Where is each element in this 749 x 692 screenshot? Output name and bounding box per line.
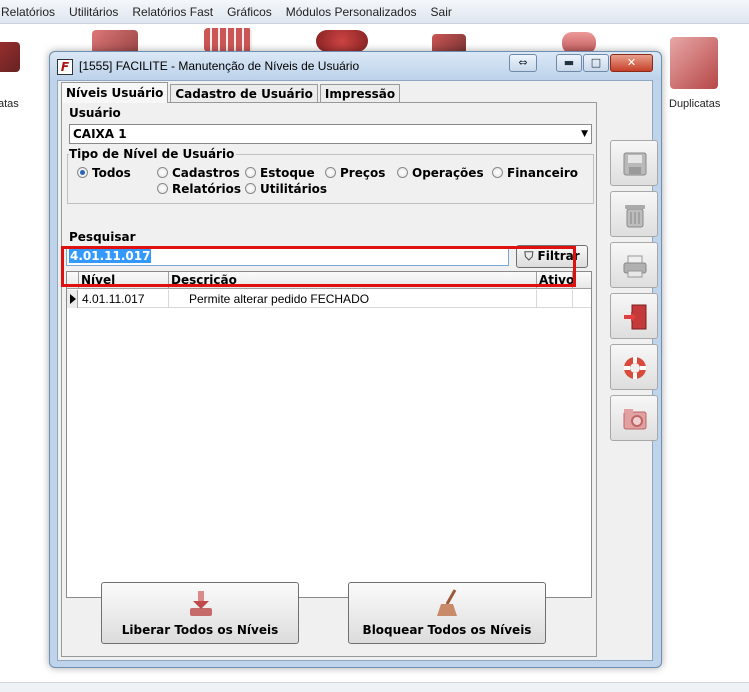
delete-button[interactable] [610,191,658,237]
tab-impressao[interactable]: Impressão [319,84,401,103]
radio-icon [157,167,168,178]
help-button[interactable] [610,344,658,390]
cell-ativo[interactable] [537,290,573,308]
window-client: Níveis Usuário Cadastro de Usuário Impre… [57,80,658,661]
radio-selected-icon [77,167,88,178]
save-icon [623,152,647,176]
user-select-value: CAIXA 1 [73,127,127,141]
radio-operacoes[interactable]: Operações [397,166,484,180]
tab-niveis-usuario[interactable]: Níveis Usuário [61,82,169,103]
lifebuoy-icon [624,357,646,379]
row-pointer-icon [70,294,76,304]
release-all-levels-button[interactable]: Liberar Todos os Níveis [101,582,299,644]
duplicatas-label[interactable]: Duplicatas [669,98,720,110]
release-all-levels-label: Liberar Todos os Níveis [121,623,279,637]
tab-strip: Níveis Usuário Cadastro de Usuário Impre… [61,82,402,104]
radio-utilitarios[interactable]: Utilitários [245,182,327,196]
levels-grid: Nível Descrição Ativo 4.01.11.017 Permit… [66,271,592,598]
menu-relatorios-fast[interactable]: Relatórios Fast [125,5,220,19]
current-row-indicator [67,290,78,308]
user-label: Usuário [69,106,121,120]
tab-panel-niveis: Usuário CAIXA 1 ▼ Tipo de Nível de Usuár… [61,102,597,657]
cash-register-icon[interactable] [0,42,20,72]
menu-graficos[interactable]: Gráficos [220,5,279,19]
broom-icon [437,589,457,616]
window-title: [1555] FACILITE - Manutenção de Níveis d… [79,59,360,73]
cell-nivel[interactable]: 4.01.11.017 [79,290,169,308]
radio-precos[interactable]: Preços [325,166,385,180]
print-button[interactable] [610,242,658,288]
tab-cadastro-usuario[interactable]: Cadastro de Usuário [170,84,318,103]
settings-button[interactable] [610,395,658,441]
settings-folder-icon [623,409,647,430]
close-button[interactable]: ✕ [610,54,653,72]
spreadsheet-icon[interactable] [204,28,252,52]
maximize-button[interactable]: □ [583,54,609,72]
cell-descricao[interactable]: Permite alterar pedido FECHADO [169,290,537,308]
left-shortcut-label: atas [0,98,19,110]
radio-relatorios[interactable]: Relatórios [157,182,241,196]
radio-icon [492,167,503,178]
table-row[interactable]: 4.01.11.017 Permite alterar pedido FECHA… [67,290,591,308]
menu-utilitarios[interactable]: Utilitários [62,5,125,19]
main-menubar: Relatórios Utilitários Relatórios Fast G… [0,0,749,24]
menu-relatorios[interactable]: Relatórios [0,5,62,19]
radio-estoque[interactable]: Estoque [245,166,315,180]
printer-icon [623,255,647,278]
radio-icon [397,167,408,178]
facilite-app-icon: F [57,59,73,75]
window-titlebar[interactable]: F [1555] FACILITE - Manutenção de Níveis… [50,52,661,80]
radio-todos[interactable]: Todos [77,166,131,180]
exit-door-icon [624,304,647,330]
trash-icon [625,205,645,228]
block-all-levels-label: Bloquear Todos os Níveis [362,623,532,637]
nfe-icon[interactable] [316,30,368,52]
radio-financeiro[interactable]: Financeiro [492,166,578,180]
annotation-highlight-box [61,246,576,287]
chevron-down-icon[interactable]: ▼ [581,125,588,143]
user-select[interactable]: CAIXA 1 ▼ [69,124,592,144]
level-maintenance-window: F [1555] FACILITE - Manutenção de Níveis… [49,51,662,668]
block-all-levels-button[interactable]: Bloquear Todos os Níveis [348,582,546,644]
download-tray-icon [190,591,212,616]
menu-sair[interactable]: Sair [424,5,459,19]
search-label: Pesquisar [69,230,136,244]
level-type-label: Tipo de Nível de Usuário [69,147,237,161]
level-type-group: Tipo de Nível de Usuário Todos Cadastros… [67,147,594,204]
exit-button[interactable] [610,293,658,339]
minimize-button[interactable]: ▬ [556,54,582,72]
radio-icon [245,183,256,194]
radio-cadastros[interactable]: Cadastros [157,166,240,180]
radio-icon [245,167,256,178]
radio-icon [325,167,336,178]
duplicatas-icon[interactable] [670,37,718,89]
restore-arrows-button[interactable]: ⇔ [509,54,537,72]
radio-icon [157,183,168,194]
save-button[interactable] [610,140,658,186]
menu-modulos-personalizados[interactable]: Módulos Personalizados [279,5,424,19]
status-strip [0,682,749,692]
